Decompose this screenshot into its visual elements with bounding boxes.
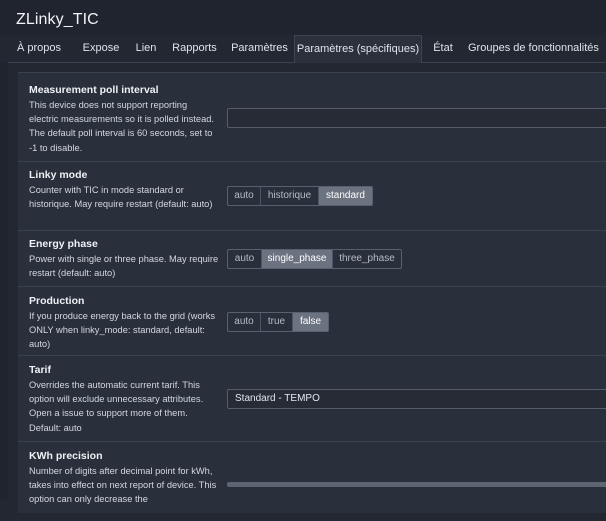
option-auto[interactable]: auto bbox=[228, 313, 261, 331]
setting-title: Energy phase bbox=[29, 238, 98, 250]
settings-panel: Measurement poll interval This device do… bbox=[18, 72, 606, 513]
setting-description: Counter with TIC in mode standard or his… bbox=[29, 185, 213, 210]
setting-title: Tarif bbox=[29, 364, 51, 376]
setting-poll-interval: Measurement poll interval This device do… bbox=[18, 73, 606, 162]
setting-description: If you produce energy back to the grid (… bbox=[29, 311, 216, 350]
setting-title: Production bbox=[29, 295, 85, 307]
tab-expose[interactable]: Expose bbox=[80, 35, 122, 62]
option-false[interactable]: false bbox=[293, 313, 328, 331]
setting-description: Power with single or three phase. May re… bbox=[29, 254, 219, 279]
option-standard[interactable]: standard bbox=[319, 187, 372, 205]
setting-energy-phase: Energy phase Power with single or three … bbox=[18, 230, 606, 287]
tab-parametres[interactable]: Paramètres bbox=[231, 35, 288, 62]
linky-mode-toggle: auto historique standard bbox=[227, 186, 373, 206]
energy-phase-toggle: auto single_phase three_phase bbox=[227, 249, 402, 269]
tab-a-propos[interactable]: À propos bbox=[16, 35, 62, 62]
option-auto[interactable]: auto bbox=[228, 250, 262, 268]
tab-parametres-specifiques[interactable]: Paramètres (spécifiques) bbox=[294, 35, 422, 63]
tab-bar: À propos Expose Lien Rapports Paramètres… bbox=[0, 35, 606, 63]
setting-description: Number of digits after decimal point for… bbox=[29, 466, 217, 505]
setting-description: This device does not support reporting e… bbox=[29, 100, 214, 153]
option-true[interactable]: true bbox=[261, 313, 293, 331]
title-bar: ZLinky_TIC bbox=[0, 0, 606, 35]
option-three-phase[interactable]: three_phase bbox=[333, 250, 401, 268]
setting-kwh-precision: KWh precision Number of digits after dec… bbox=[18, 441, 606, 521]
setting-title: Linky mode bbox=[29, 169, 88, 181]
tarif-select[interactable]: Standard - TEMPO bbox=[227, 389, 606, 409]
left-gutter bbox=[0, 62, 8, 500]
tab-lien[interactable]: Lien bbox=[134, 35, 158, 62]
production-toggle: auto true false bbox=[227, 312, 329, 332]
tab-groupes-fonctionnalites[interactable]: Groupes de fonctionnalités bbox=[468, 35, 599, 62]
option-single-phase[interactable]: single_phase bbox=[262, 250, 333, 268]
tab-etat[interactable]: État bbox=[430, 35, 456, 62]
kwh-precision-slider[interactable] bbox=[227, 482, 606, 487]
setting-tarif: Tarif Overrides the automatic current ta… bbox=[18, 355, 606, 442]
setting-production: Production If you produce energy back to… bbox=[18, 286, 606, 356]
setting-title: KWh precision bbox=[29, 450, 103, 462]
page-title: ZLinky_TIC bbox=[16, 11, 99, 28]
setting-linky-mode: Linky mode Counter with TIC in mode stan… bbox=[18, 161, 606, 231]
option-auto[interactable]: auto bbox=[228, 187, 261, 205]
setting-description: Overrides the automatic current tarif. T… bbox=[29, 380, 204, 433]
poll-interval-input[interactable] bbox=[227, 108, 606, 128]
setting-title: Measurement poll interval bbox=[29, 84, 159, 96]
option-historique[interactable]: historique bbox=[261, 187, 319, 205]
tab-rapports[interactable]: Rapports bbox=[169, 35, 220, 62]
